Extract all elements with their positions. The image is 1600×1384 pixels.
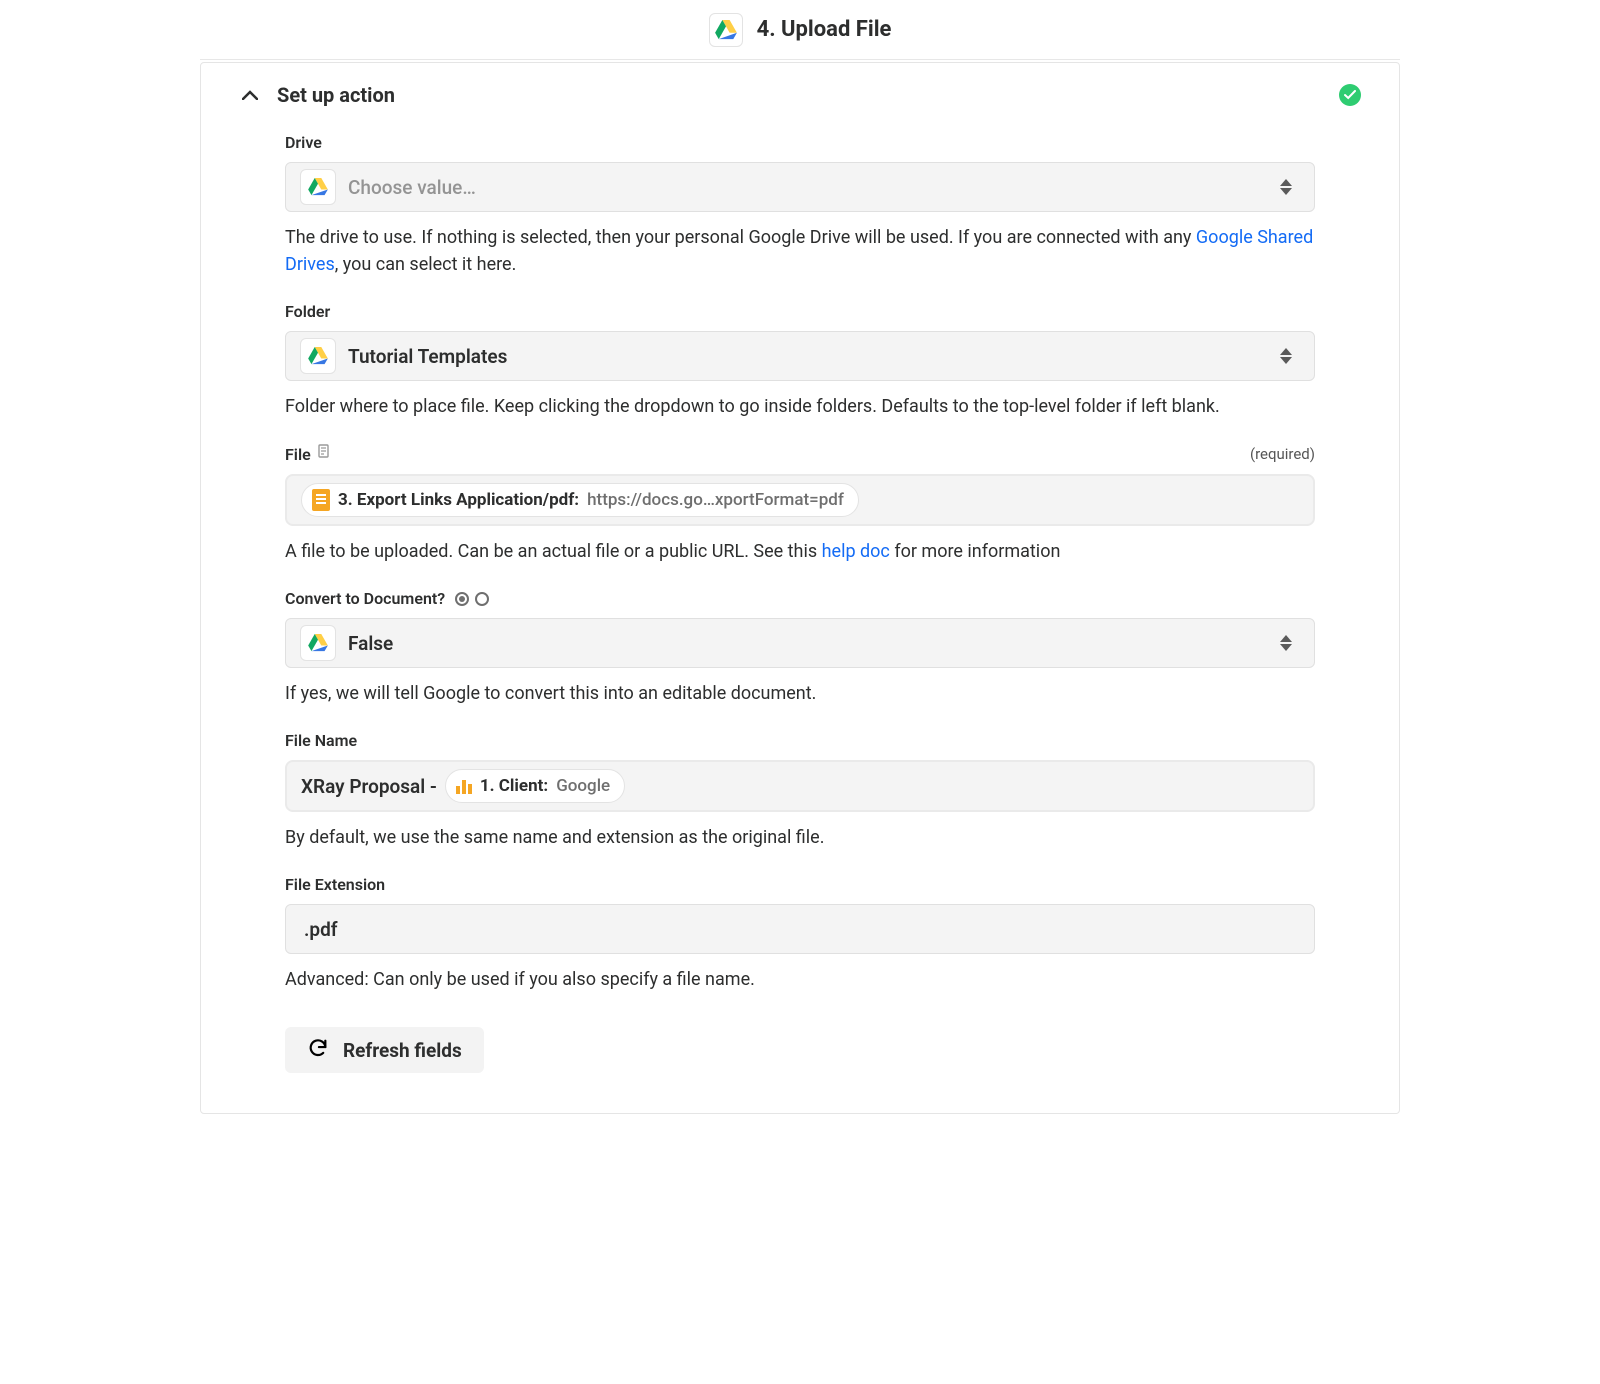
convert-help: If yes, we will tell Google to convert t… — [285, 680, 1315, 707]
google-drive-icon — [300, 338, 336, 374]
sort-caret-icon — [1280, 348, 1292, 364]
file-label: File — [285, 445, 311, 464]
drive-label: Drive — [285, 133, 322, 152]
convert-label: Convert to Document? — [285, 589, 445, 608]
extension-help: Advanced: Can only be used if you also s… — [285, 966, 1315, 993]
drive-help: The drive to use. If nothing is selected… — [285, 224, 1315, 278]
radio-unselected-icon — [475, 592, 489, 606]
step-title: 4. Upload File — [757, 17, 892, 42]
field-drive: Drive Choose value… The drive to use. If… — [285, 133, 1315, 278]
folder-select[interactable]: Tutorial Templates — [285, 331, 1315, 381]
app-bars-icon — [456, 778, 472, 794]
sort-caret-icon — [1280, 635, 1292, 651]
field-convert: Convert to Document? False If yes, we wi… — [285, 589, 1315, 707]
google-drive-icon — [300, 169, 336, 205]
section-header[interactable]: Set up action — [201, 63, 1399, 113]
extension-value: .pdf — [304, 918, 338, 941]
form: Drive Choose value… The drive to use. If… — [201, 113, 1399, 1073]
filename-prefix: XRay Proposal - — [301, 775, 437, 798]
help-doc-link[interactable]: help doc — [822, 541, 890, 562]
file-input[interactable]: 3. Export Links Application/pdf: https:/… — [285, 474, 1315, 526]
field-filename: File Name XRay Proposal - 1. Client: Goo… — [285, 731, 1315, 851]
status-complete-icon — [1339, 84, 1361, 106]
field-type-toggle[interactable] — [455, 592, 489, 606]
field-extension: File Extension .pdf Advanced: Can only b… — [285, 875, 1315, 993]
refresh-fields-button[interactable]: Refresh fields — [285, 1027, 484, 1073]
filename-help: By default, we use the same name and ext… — [285, 824, 1315, 851]
extension-input[interactable]: .pdf — [285, 904, 1315, 954]
refresh-icon — [307, 1037, 329, 1064]
attachment-icon — [317, 444, 331, 464]
extension-label: File Extension — [285, 875, 385, 894]
sort-caret-icon — [1280, 179, 1292, 195]
folder-help: Folder where to place file. Keep clickin… — [285, 393, 1315, 420]
drive-select[interactable]: Choose value… — [285, 162, 1315, 212]
convert-value: False — [348, 632, 393, 655]
google-drive-icon — [300, 625, 336, 661]
step-header: 4. Upload File — [200, 0, 1400, 60]
folder-value: Tutorial Templates — [348, 345, 507, 368]
filename-value-pill[interactable]: 1. Client: Google — [445, 769, 625, 803]
radio-selected-icon — [455, 592, 469, 606]
file-value-pill[interactable]: 3. Export Links Application/pdf: https:/… — [301, 483, 859, 517]
filename-input[interactable]: XRay Proposal - 1. Client: Google — [285, 760, 1315, 812]
field-file: File (required) 3. Export Links Applicat… — [285, 444, 1315, 565]
refresh-label: Refresh fields — [343, 1039, 462, 1062]
required-label: (required) — [1250, 445, 1315, 463]
folder-label: Folder — [285, 302, 330, 321]
document-icon — [312, 489, 330, 511]
file-help: A file to be uploaded. Can be an actual … — [285, 538, 1315, 565]
chevron-up-icon — [239, 90, 261, 100]
section-title: Set up action — [277, 83, 395, 107]
action-panel: Set up action Drive Choose value… The dr… — [200, 62, 1400, 1114]
filename-label: File Name — [285, 731, 357, 750]
field-folder: Folder Tutorial Templates Folder where t… — [285, 302, 1315, 420]
convert-select[interactable]: False — [285, 618, 1315, 668]
drive-value: Choose value… — [348, 176, 476, 199]
google-drive-icon — [709, 13, 743, 47]
